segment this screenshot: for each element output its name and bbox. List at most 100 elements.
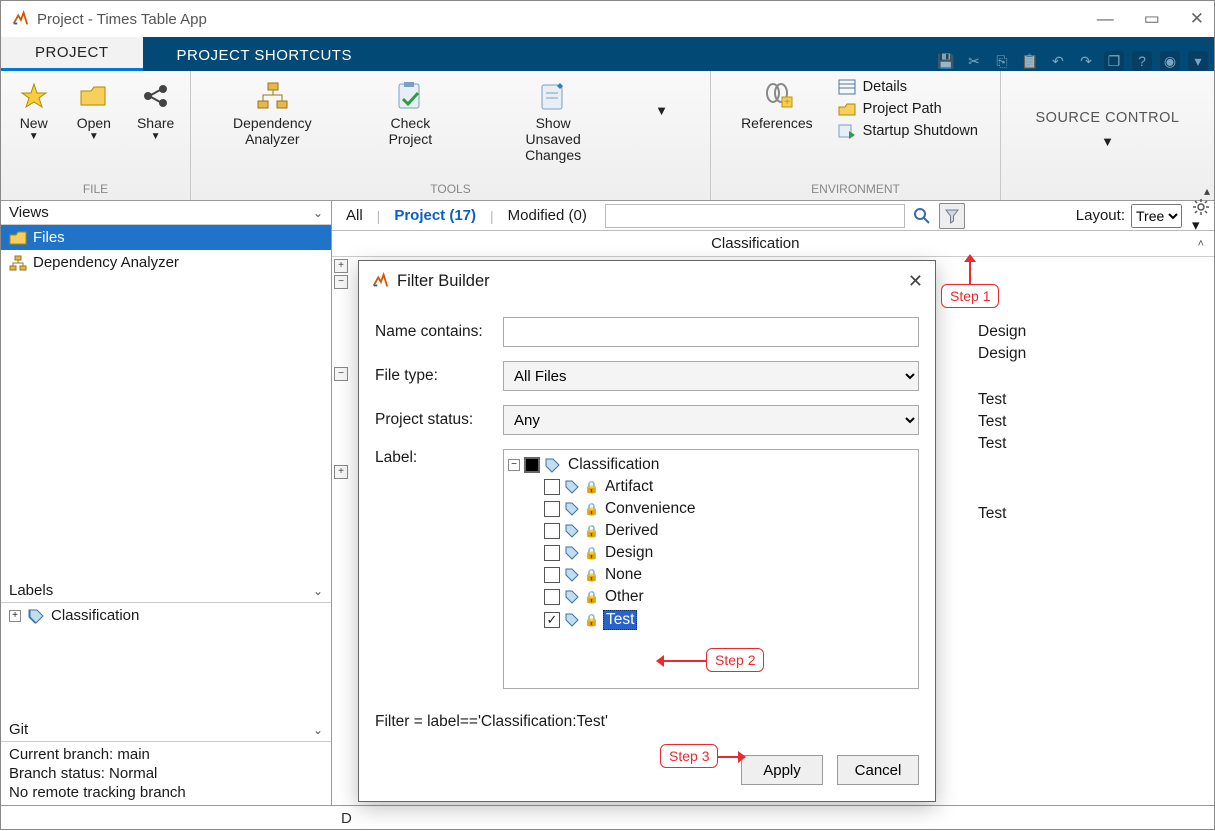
close-button[interactable]: ✕ xyxy=(1190,9,1204,29)
collapse-node[interactable]: − xyxy=(334,367,348,381)
tab-shortcuts[interactable]: PROJECT SHORTCUTS xyxy=(143,40,386,71)
quick-access-toolbar: 💾 ✂ ⎘ 📋 ↶ ↷ ❐ ? ◉ ▾ xyxy=(936,51,1214,71)
expand-node[interactable]: + xyxy=(334,259,348,273)
lock-icon: 🔒 xyxy=(584,480,599,494)
checkbox[interactable]: ✓ xyxy=(544,612,560,628)
checkbox[interactable] xyxy=(544,501,560,517)
more-icon[interactable]: ◉ xyxy=(1160,51,1180,71)
funnel-filter-icon[interactable] xyxy=(939,203,965,229)
classification-column: Design Design Test Test Test Test xyxy=(978,257,1214,523)
filter-all[interactable]: All xyxy=(336,204,373,227)
tree-item-other[interactable]: 🔒Other xyxy=(508,586,914,608)
search-icon[interactable] xyxy=(909,203,935,229)
new-icon xyxy=(17,79,51,113)
filter-expression: Filter = label=='Classification:Test' xyxy=(375,703,919,737)
show-unsaved-button[interactable]: Show Unsaved Changes xyxy=(501,75,605,163)
maximize-button[interactable]: ▭ xyxy=(1144,9,1160,29)
collapse-node[interactable]: − xyxy=(334,275,348,289)
callout-step3: Step 3 xyxy=(660,744,718,768)
ribbon-group-file: New▼ Open▼ Share▼ FILE xyxy=(1,71,191,200)
callout-step2: Step 2 xyxy=(706,648,764,672)
details-icon xyxy=(837,77,857,97)
startup-shutdown-button[interactable]: Startup Shutdown xyxy=(837,121,978,141)
statusbar: D xyxy=(1,805,1214,831)
class-value: Test xyxy=(978,413,1214,431)
titlebar: Project - Times Table App — ▭ ✕ xyxy=(1,1,1214,37)
cancel-button[interactable]: Cancel xyxy=(837,755,919,785)
matlab-logo-icon xyxy=(11,10,29,28)
gear-icon[interactable]: ▾ xyxy=(1192,198,1210,234)
filter-modified[interactable]: Modified (0) xyxy=(498,204,597,227)
name-contains-input[interactable] xyxy=(503,317,919,347)
checkbox[interactable] xyxy=(544,589,560,605)
tree-item-label: None xyxy=(603,566,644,584)
source-control-button[interactable]: SOURCE CONTROL ▼ xyxy=(1028,106,1188,149)
chevron-up-icon[interactable]: ˄ xyxy=(1198,238,1214,250)
project-path-button[interactable]: Project Path xyxy=(837,99,978,119)
tab-project[interactable]: PROJECT xyxy=(1,37,143,71)
tree-root-classification[interactable]: − Classification xyxy=(508,454,914,476)
root-checkbox[interactable] xyxy=(524,457,540,473)
undo-icon[interactable]: ↶ xyxy=(1048,51,1068,71)
labels-classification[interactable]: + Classification xyxy=(1,603,331,628)
file-type-select[interactable]: All Files xyxy=(503,361,919,391)
menu-dropdown-icon[interactable]: ▾ xyxy=(1188,51,1208,71)
layout-icon[interactable]: ❐ xyxy=(1104,51,1124,71)
sidebar: Views⌄ Files Dependency Analyzer Labels⌄… xyxy=(1,201,332,805)
checkbox[interactable] xyxy=(544,523,560,539)
git-header[interactable]: Git⌄ xyxy=(1,718,331,742)
redo-icon[interactable]: ↷ xyxy=(1076,51,1096,71)
dependency-analyzer-button[interactable]: Dependency Analyzer xyxy=(225,75,320,147)
help-icon[interactable]: ? xyxy=(1132,51,1152,71)
share-button[interactable]: Share▼ xyxy=(129,75,182,142)
save-icon[interactable]: 💾 xyxy=(936,51,956,71)
tags-icon xyxy=(27,608,45,624)
filter-project[interactable]: Project (17) xyxy=(384,204,486,227)
lock-icon: 🔒 xyxy=(584,546,599,560)
labels-header[interactable]: Labels⌄ xyxy=(1,579,331,603)
chevron-down-icon: ⌄ xyxy=(313,206,323,220)
search-input[interactable] xyxy=(605,204,905,228)
tools-dropdown[interactable]: ▼ xyxy=(647,75,676,118)
expand-node[interactable]: + xyxy=(334,465,348,479)
open-button[interactable]: Open▼ xyxy=(69,75,119,142)
check-project-button[interactable]: Check Project xyxy=(362,75,459,147)
sidebar-item-files[interactable]: Files xyxy=(1,225,331,250)
class-value: Test xyxy=(978,435,1214,453)
minimize-button[interactable]: — xyxy=(1097,9,1114,29)
tree-item-derived[interactable]: 🔒 Derived xyxy=(508,520,914,542)
checkbox[interactable] xyxy=(544,567,560,583)
copy-icon[interactable]: ⎘ xyxy=(992,51,1012,71)
tree-item-label: Derived xyxy=(603,522,660,540)
tree-item-test[interactable]: ✓🔒Test xyxy=(508,608,914,632)
chevron-down-icon: ⌄ xyxy=(313,584,323,598)
dialog-close-button[interactable]: ✕ xyxy=(908,271,923,292)
new-button[interactable]: New▼ xyxy=(9,75,59,142)
tree-item-design[interactable]: 🔒Design xyxy=(508,542,914,564)
tree-item-convenience[interactable]: 🔒Convenience xyxy=(508,498,914,520)
git-info: Current branch: main Branch status: Norm… xyxy=(1,742,331,805)
ribbon-collapse-icon[interactable]: ▴ xyxy=(1204,184,1210,198)
project-status-label: Project status: xyxy=(375,411,503,429)
lock-icon: 🔒 xyxy=(584,524,599,538)
paste-icon[interactable]: 📋 xyxy=(1020,51,1040,71)
expand-icon[interactable]: + xyxy=(9,610,21,622)
project-status-select[interactable]: Any xyxy=(503,405,919,435)
layout-select[interactable]: Tree xyxy=(1131,204,1182,228)
apply-button[interactable]: Apply xyxy=(741,755,823,785)
classification-column-header[interactable]: Classification xyxy=(711,235,799,252)
checkbox[interactable] xyxy=(544,479,560,495)
share-icon xyxy=(139,79,173,113)
views-header[interactable]: Views⌄ xyxy=(1,201,331,225)
tree-item-artifact[interactable]: 🔒Artifact xyxy=(508,476,914,498)
window-title: Project - Times Table App xyxy=(37,11,207,28)
checkbox[interactable] xyxy=(544,545,560,561)
tree-item-none[interactable]: 🔒None xyxy=(508,564,914,586)
details-button[interactable]: Details xyxy=(837,77,978,97)
filter-bar: All| Project (17)| Modified (0) Layout: … xyxy=(332,201,1214,231)
lock-icon: 🔒 xyxy=(584,590,599,604)
collapse-icon[interactable]: − xyxy=(508,459,520,471)
references-button[interactable]: + References xyxy=(733,75,821,131)
sidebar-item-dependency[interactable]: Dependency Analyzer xyxy=(1,250,331,275)
cut-icon[interactable]: ✂ xyxy=(964,51,984,71)
